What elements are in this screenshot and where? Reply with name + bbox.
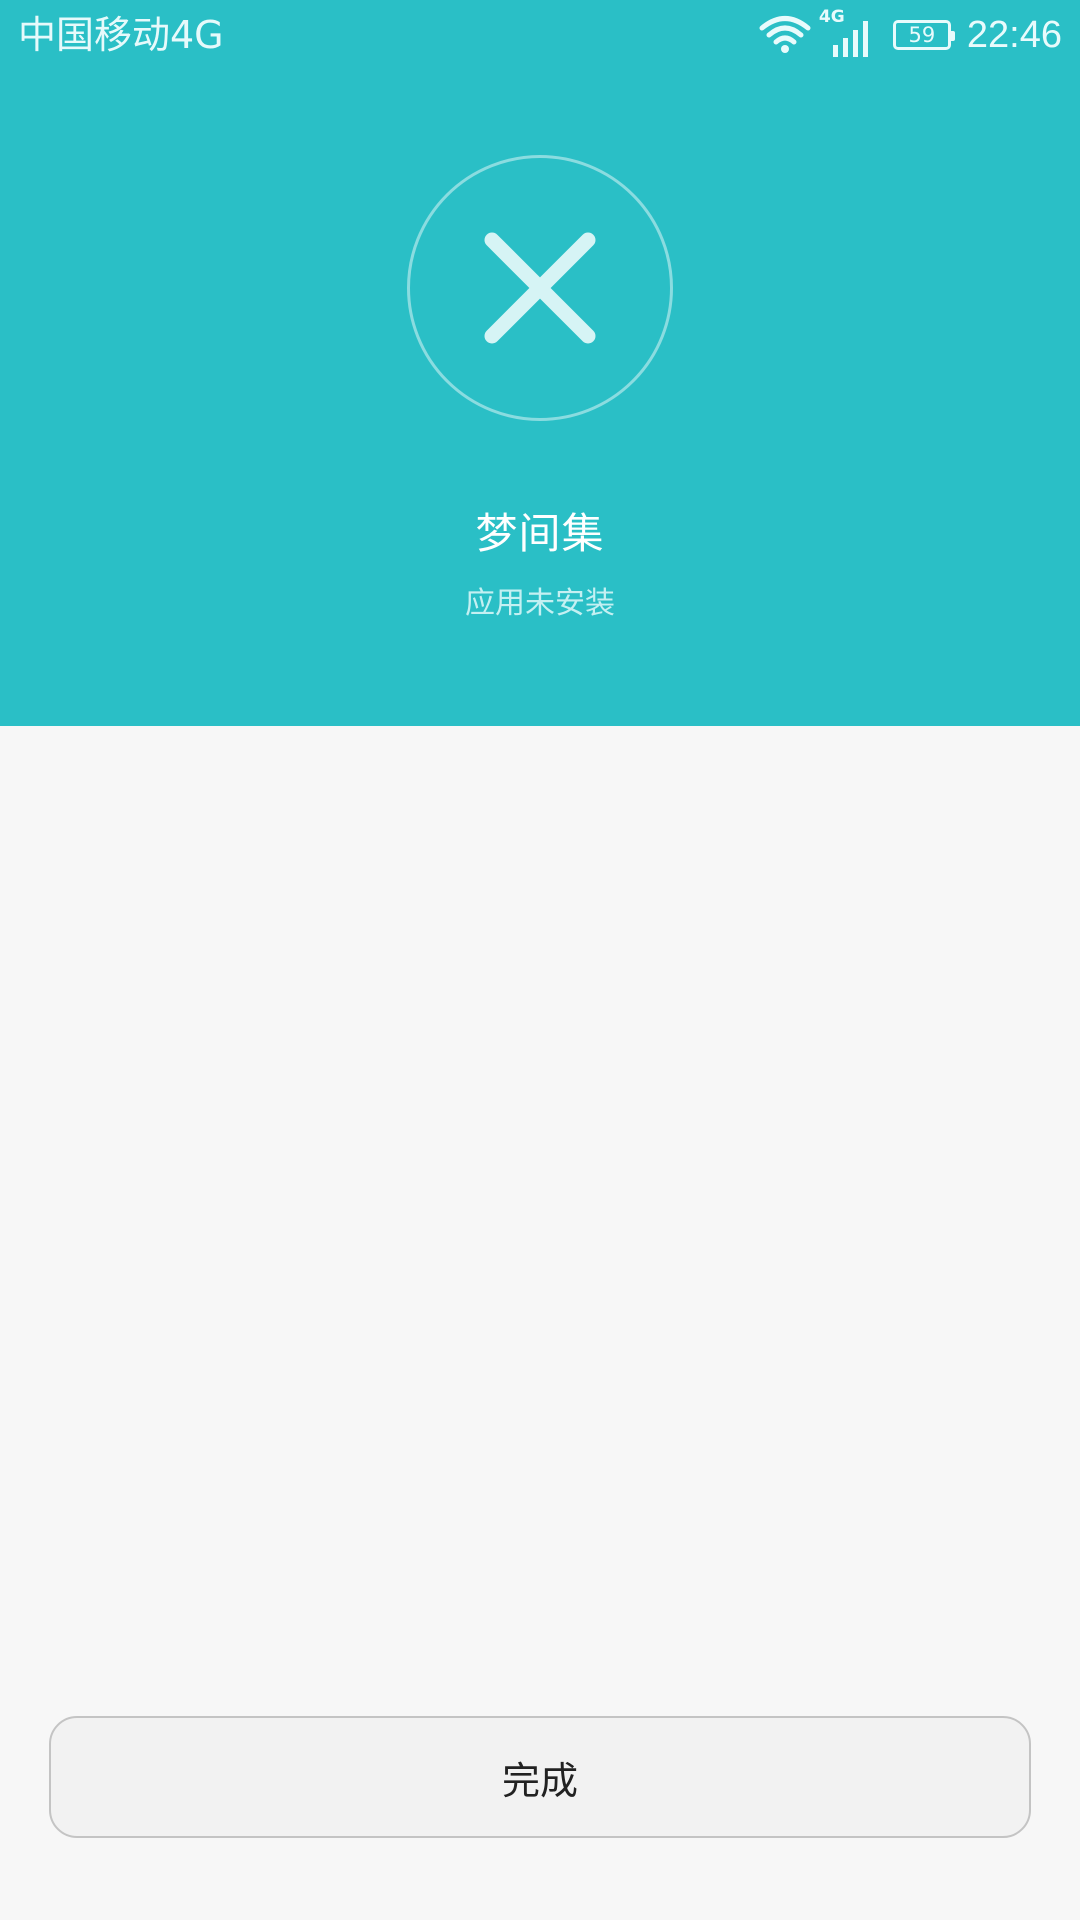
wifi-icon — [759, 16, 811, 53]
result-header: 中国移动4G 4G 59 22:46 梦间集 应用未安装 — [0, 0, 1080, 726]
install-status: 应用未安装 — [465, 586, 615, 621]
done-button[interactable]: 完成 — [49, 1716, 1031, 1838]
carrier-label: 中国移动4G — [18, 13, 224, 57]
signal-icon — [832, 21, 868, 57]
close-icon — [484, 232, 596, 344]
clock: 22:46 — [966, 13, 1062, 56]
battery-icon: 59 — [892, 20, 955, 50]
status-bar: 中国移动4G 4G 59 22:46 — [0, 0, 1080, 70]
battery-level: 59 — [908, 23, 936, 47]
signal-indicator: 4G — [819, 7, 873, 57]
app-name: 梦间集 — [475, 509, 605, 558]
status-icons: 4G 59 22:46 — [759, 7, 1062, 60]
